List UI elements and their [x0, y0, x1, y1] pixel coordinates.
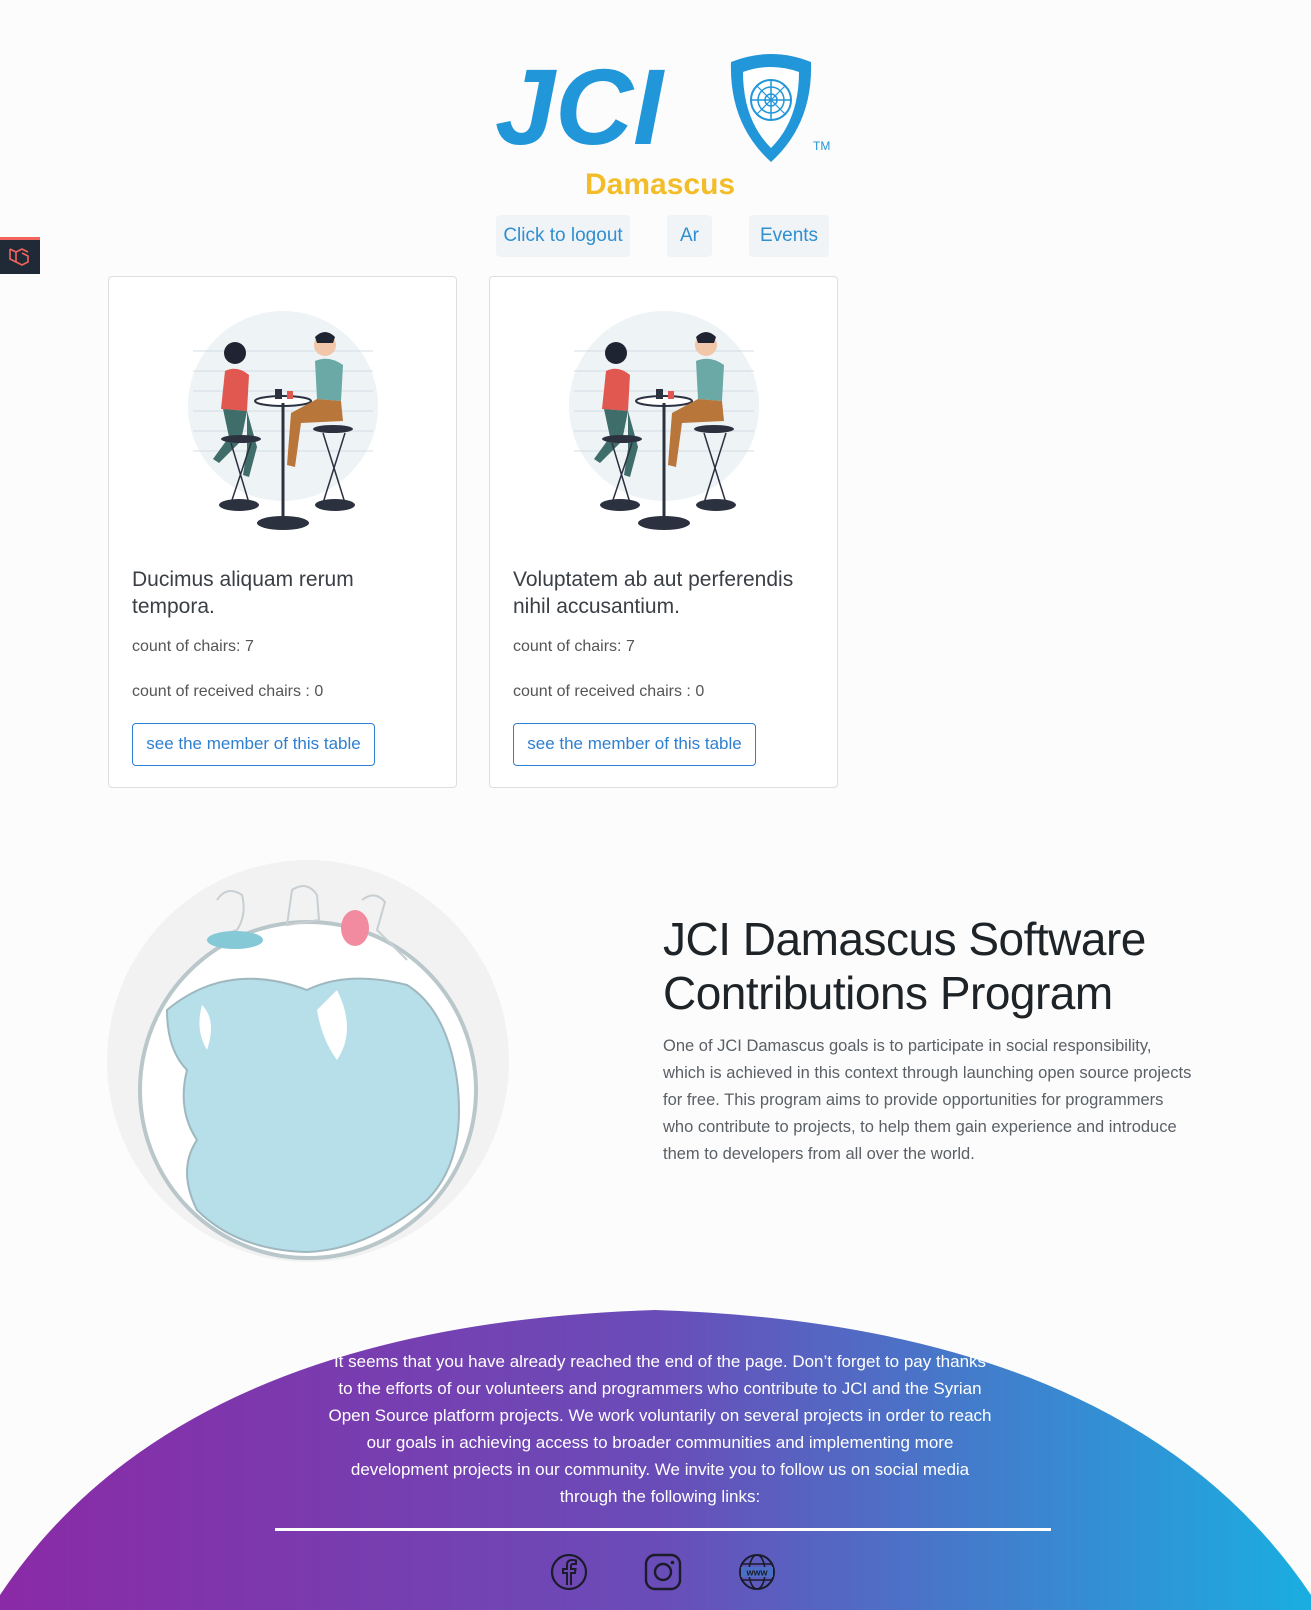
globe-illustration	[107, 860, 509, 1262]
language-button[interactable]: Ar	[667, 215, 712, 257]
svg-text:www: www	[745, 1568, 768, 1578]
footer-message: It seems that you have already reached t…	[328, 1352, 992, 1506]
jci-damascus-logo: JCI TM Damascus	[495, 52, 830, 201]
website-icon[interactable]: www	[737, 1552, 777, 1592]
see-members-button[interactable]: see the member of this table	[132, 723, 375, 766]
table-card: Voluptatem ab aut perferendis nihil accu…	[489, 276, 838, 788]
table-title: Voluptatem ab aut perferendis nihil accu…	[513, 568, 794, 618]
chairs-count: count of chairs: 7	[132, 638, 254, 655]
table-title: Ducimus aliquam rerum tempora.	[132, 568, 354, 618]
table-card: Ducimus aliquam rerum tempora. count of …	[108, 276, 457, 788]
received-chairs-count: count of received chairs : 0	[132, 683, 324, 700]
shield-icon	[730, 54, 812, 162]
instagram-icon[interactable]	[643, 1552, 683, 1592]
program-description: One of JCI Damascus goals is to particip…	[663, 1037, 1192, 1163]
footer-divider	[275, 1528, 1051, 1531]
chairs-count: count of chairs: 7	[513, 638, 635, 655]
logout-button[interactable]: Click to logout	[496, 215, 630, 257]
cafe-illustration	[567, 309, 761, 532]
program-title: JCI Damascus Software Contributions Prog…	[663, 913, 1146, 1019]
cafe-illustration	[186, 309, 380, 532]
see-members-button[interactable]: see the member of this table	[513, 723, 756, 766]
trademark-text: TM	[813, 139, 830, 153]
logo-jci-text: JCI	[495, 52, 665, 167]
received-chairs-count: count of received chairs : 0	[513, 683, 705, 700]
events-button[interactable]: Events	[749, 215, 829, 257]
laravel-icon	[9, 248, 29, 266]
logo-damascus-text: Damascus	[585, 168, 735, 201]
facebook-icon[interactable]	[549, 1552, 589, 1592]
debugbar-toggle[interactable]	[0, 237, 40, 274]
